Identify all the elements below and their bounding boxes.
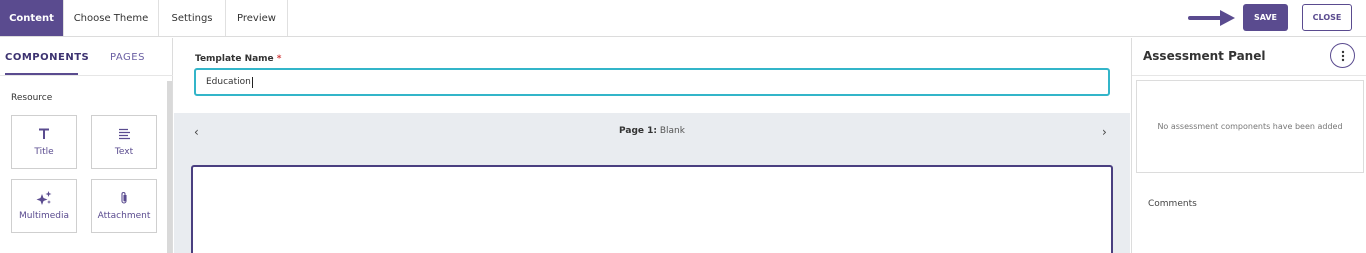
editor-area: Template Name * Education ‹ Page 1: Blan… bbox=[174, 38, 1130, 253]
page-name: Blank bbox=[659, 126, 685, 136]
component-multimedia[interactable]: Multimedia bbox=[11, 179, 77, 233]
tab-settings-label: Settings bbox=[171, 12, 213, 24]
template-name-value: Education bbox=[206, 77, 251, 87]
tab-content-label: Content bbox=[9, 12, 54, 24]
tab-pages[interactable]: PAGES bbox=[110, 52, 145, 63]
page-title: Page 1: Blank bbox=[174, 126, 1130, 136]
tab-preview-label: Preview bbox=[237, 12, 276, 24]
component-title-label: Title bbox=[34, 147, 54, 157]
assessment-empty-state: No assessment components have been added bbox=[1136, 80, 1364, 173]
assessment-panel: Assessment Panel No assessment component… bbox=[1131, 38, 1366, 253]
tab-components[interactable]: COMPONENTS bbox=[5, 52, 89, 63]
more-options-icon[interactable] bbox=[1330, 43, 1355, 68]
attachment-icon bbox=[119, 191, 129, 205]
template-name-label: Template Name * bbox=[195, 54, 282, 64]
assessment-panel-title: Assessment Panel bbox=[1143, 49, 1266, 63]
components-scrollbar[interactable] bbox=[167, 81, 172, 253]
component-text[interactable]: Text bbox=[91, 115, 157, 169]
divider bbox=[1132, 75, 1366, 76]
top-tab-bar: Content Choose Theme Settings Preview SA… bbox=[0, 0, 1366, 37]
comments-label: Comments bbox=[1148, 199, 1197, 209]
template-name-label-text: Template Name bbox=[195, 54, 274, 64]
component-attachment[interactable]: Attachment bbox=[91, 179, 157, 233]
tab-choose-theme-label: Choose Theme bbox=[73, 12, 149, 24]
required-marker: * bbox=[276, 54, 282, 64]
tab-preview[interactable]: Preview bbox=[226, 0, 288, 36]
text-icon bbox=[118, 127, 131, 141]
multimedia-icon bbox=[36, 191, 52, 205]
component-multimedia-label: Multimedia bbox=[18, 211, 70, 221]
component-title[interactable]: Title bbox=[11, 115, 77, 169]
template-editor: Content Choose Theme Settings Preview SA… bbox=[0, 0, 1366, 253]
tab-content[interactable]: Content bbox=[0, 0, 64, 36]
empty-message: No assessment components have been added bbox=[1157, 122, 1343, 131]
tab-choose-theme[interactable]: Choose Theme bbox=[64, 0, 159, 36]
component-text-label: Text bbox=[114, 147, 134, 157]
title-icon bbox=[38, 127, 50, 141]
component-attachment-label: Attachment bbox=[97, 211, 151, 221]
tab-settings[interactable]: Settings bbox=[159, 0, 226, 36]
chevron-right-icon[interactable]: › bbox=[1102, 125, 1107, 139]
divider bbox=[0, 75, 173, 76]
components-panel: COMPONENTS PAGES Resource Title Text Mul… bbox=[0, 38, 173, 253]
page-number-label: Page 1: bbox=[619, 126, 657, 136]
template-name-input[interactable]: Education bbox=[194, 68, 1110, 96]
page-canvas[interactable] bbox=[191, 165, 1113, 253]
close-button[interactable]: CLOSE bbox=[1302, 4, 1352, 31]
text-cursor bbox=[251, 76, 253, 88]
save-button[interactable]: SAVE bbox=[1243, 4, 1288, 31]
arrow-pointer-icon bbox=[1188, 10, 1235, 26]
resource-section-label: Resource bbox=[11, 93, 53, 103]
